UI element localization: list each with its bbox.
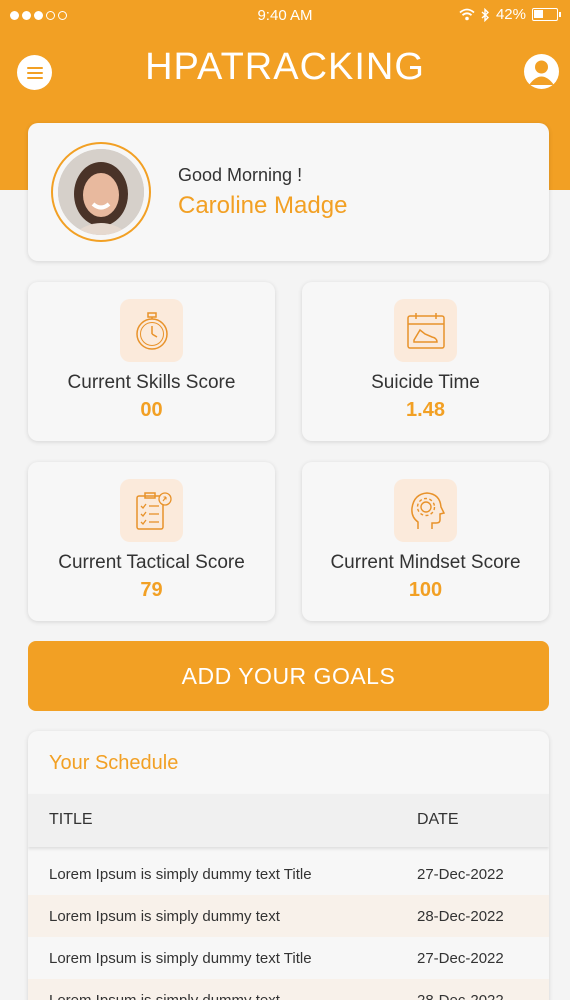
greeting-text: Good Morning ! <box>178 165 303 185</box>
stat-value: 1.48 <box>406 399 445 421</box>
app-title: HPATRACKING <box>145 46 425 88</box>
table-row[interactable]: Lorem Ipsum is simply dummy text Title 2… <box>28 937 549 979</box>
row-date: 28-Dec-2022 <box>417 992 504 1000</box>
row-title: Lorem Ipsum is simply dummy text Title <box>49 950 312 967</box>
profile-card: Good Morning ! Caroline Madge <box>28 123 549 261</box>
battery-percentage: 42% <box>495 6 526 23</box>
stat-label: Current Tactical Score <box>58 552 245 573</box>
stat-value: 00 <box>140 399 163 421</box>
calendar-shoe-icon <box>406 312 445 349</box>
schedule-title: Your Schedule <box>49 752 179 774</box>
brain-gear-icon <box>410 491 445 529</box>
table-row[interactable]: Lorem Ipsum is simply dummy text Title 2… <box>28 853 549 895</box>
row-title: Lorem Ipsum is simply dummy text <box>49 908 280 925</box>
suicide-time-card[interactable]: Suicide Time 1.48 <box>302 282 549 441</box>
user-profile-icon[interactable] <box>524 54 559 89</box>
status-bar: 9:40 AM 42% <box>0 0 570 32</box>
row-title: Lorem Ipsum is simply dummy text Title <box>49 866 312 883</box>
row-date: 27-Dec-2022 <box>417 950 504 967</box>
avatar-ring <box>51 142 151 242</box>
bluetooth-icon <box>481 7 489 22</box>
table-row[interactable]: Lorem Ipsum is simply dummy text 28-Dec-… <box>28 979 549 1000</box>
row-title: Lorem Ipsum is simply dummy text <box>49 992 280 1000</box>
stat-value: 79 <box>140 579 163 601</box>
battery-icon <box>532 8 561 21</box>
stat-label: Suicide Time <box>371 372 480 393</box>
mindset-score-card[interactable]: Current Mindset Score 100 <box>302 462 549 621</box>
row-date: 27-Dec-2022 <box>417 866 504 883</box>
skills-score-card[interactable]: Current Skills Score 00 <box>28 282 275 441</box>
table-header: TITLE DATE <box>28 794 549 847</box>
wifi-icon <box>459 8 475 21</box>
tactical-score-card[interactable]: Current Tactical Score 79 <box>28 462 275 621</box>
avatar <box>58 149 144 235</box>
column-header-title: TITLE <box>49 811 93 828</box>
row-date: 28-Dec-2022 <box>417 908 504 925</box>
stat-label: Current Mindset Score <box>330 552 521 573</box>
stat-value: 100 <box>408 579 443 601</box>
user-name: Caroline Madge <box>178 192 348 219</box>
add-goals-button[interactable]: ADD YOUR GOALS <box>28 641 549 711</box>
column-header-date: DATE <box>417 811 459 828</box>
table-row[interactable]: Lorem Ipsum is simply dummy text 28-Dec-… <box>28 895 549 937</box>
stopwatch-icon <box>135 311 168 350</box>
schedule-card: Your Schedule TITLE DATE Lorem Ipsum is … <box>28 731 549 1000</box>
tactics-board-icon <box>135 491 172 530</box>
stat-label: Current Skills Score <box>67 372 236 393</box>
